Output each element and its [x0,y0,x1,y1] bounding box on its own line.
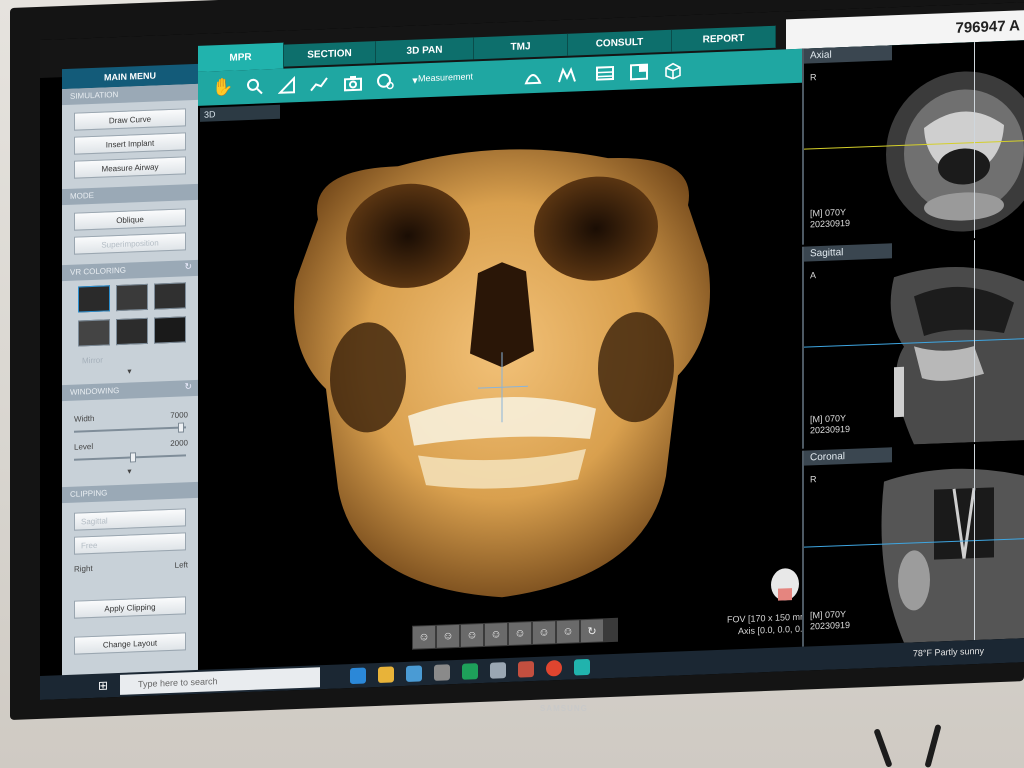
sagittal-scan-image [890,267,1024,445]
width-slider[interactable] [74,422,186,433]
layout-icon[interactable] [594,62,616,85]
coronal-info-date: 20230919 [810,619,851,632]
axial-view-title: Axial [804,45,892,64]
change-layout-button[interactable]: Change Layout [74,632,186,655]
axial-orientation-label: R [810,72,817,83]
expand-chevron-icon[interactable]: ▼ [126,468,133,475]
fov-readout: FOV [170 x 150 mm] Axis [0.0, 0.0, 0.0] [680,610,810,639]
sagittal-orientation-label: A [810,270,817,281]
hand-pan-icon[interactable]: ✋ [212,77,234,100]
superimposition-button[interactable]: Superimposition [74,232,186,255]
app-icon[interactable] [518,661,534,678]
refresh-icon[interactable]: ↻ [184,261,192,272]
monitor-brand: SAMSUNG [540,704,588,713]
measurement-dropdown[interactable]: Measurement [418,71,473,83]
chrome-icon[interactable] [546,659,562,677]
monitor-screen: MPR SECTION 3D PAN TMJ CONSULT REPORT 79… [40,2,1024,700]
camera-icon[interactable] [342,72,364,95]
arch-icon[interactable] [556,63,578,86]
clipping-left-label: Left [174,560,188,570]
axial-crosshair-v[interactable] [974,42,975,239]
sagittal-info-date: 20230919 [810,423,851,436]
vr-preset-6[interactable] [154,316,186,344]
dental-app-icon[interactable] [574,658,590,676]
tab-mpr[interactable]: MPR [198,42,284,72]
refresh-icon[interactable]: ↻ [184,381,192,392]
insert-implant-button[interactable]: Insert Implant [74,132,186,155]
width-value: 7000 [170,410,188,420]
width-label: Width [74,413,95,424]
view-bottom-icon[interactable]: ☺ [533,621,555,645]
view-orientation-bar: ☺ ☺ ☺ ☺ ☺ ☺ ☺ ↻ [412,617,618,650]
level-slider-knob[interactable] [130,452,136,463]
coronal-orientation-label: R [810,474,817,485]
windows-start-icon[interactable]: ⊞ [98,678,108,692]
level-slider[interactable] [74,452,186,463]
clipping-plane-select[interactable]: Sagittal [74,508,186,531]
sagittal-crosshair-v[interactable] [974,240,975,443]
tab-report[interactable]: REPORT [672,25,776,52]
width-slider-knob[interactable] [178,422,184,433]
clipping-mode-select[interactable]: Free [74,532,186,555]
grid-icon[interactable] [628,61,650,84]
file-explorer-icon[interactable] [378,666,394,684]
apply-clipping-button[interactable]: Apply Clipping [74,596,186,619]
oblique-button[interactable]: Oblique [74,208,186,231]
expand-chevron-icon[interactable]: ▼ [126,368,133,375]
head-scan-icon[interactable] [374,70,396,93]
store-icon[interactable] [406,665,422,682]
level-label: Level [74,441,94,452]
level-value: 2000 [170,438,188,448]
orientation-head-icon[interactable] [768,566,802,607]
ceph-icon[interactable] [522,65,544,88]
vr-preset-2[interactable] [116,283,148,312]
axial-info: [M] 070Y 20230919 [810,207,850,231]
cube-icon[interactable] [662,59,684,82]
view-front-icon[interactable]: ☺ [413,625,435,649]
vr-preset-4[interactable] [78,319,110,347]
sagittal-view[interactable]: Sagittal A [M] 070Y 20230919 [802,238,1024,449]
mirror-checkbox-label[interactable]: Mirror [82,356,103,366]
coronal-scan-image [881,468,1024,643]
left-panel: SIMULATION Draw Curve Insert Implant Mea… [62,83,198,690]
axial-info-date: 20230919 [810,217,851,230]
tab-section[interactable]: SECTION [284,41,376,67]
view-rotate-icon[interactable]: ↻ [581,619,603,643]
vr-preset-5[interactable] [116,317,148,346]
section-clipping: CLIPPING [62,481,198,504]
app-icon[interactable] [434,664,450,681]
section-mode: MODE [62,183,198,206]
polyline-icon[interactable] [308,73,330,96]
tab-3d-pan[interactable]: 3D PAN [376,37,474,64]
axial-view[interactable]: Axial R [M] 070Y 20230919 [802,40,1024,245]
app-icon[interactable] [490,662,506,679]
section-windowing: WINDOWING [62,379,198,402]
coronal-crosshair-v[interactable] [974,444,975,641]
coronal-info: [M] 070Y 20230919 [810,609,850,633]
view-back-icon[interactable]: ☺ [485,623,507,646]
axial-scan-image [886,71,1024,232]
edge-icon[interactable] [350,667,366,685]
view-oblique-icon[interactable]: ☺ [557,620,579,644]
section-vr-coloring: VR COLORING [62,259,198,282]
tab-consult[interactable]: CONSULT [568,29,672,56]
zoom-icon[interactable] [244,75,266,98]
tab-tmj[interactable]: TMJ [474,33,568,60]
skull-3d-render[interactable] [278,114,726,626]
measure-airway-button[interactable]: Measure Airway [74,156,186,179]
draw-curve-button[interactable]: Draw Curve [74,108,186,131]
vr-preset-1[interactable] [78,285,110,313]
clipping-right-label: Right [74,563,93,574]
vr-preset-3[interactable] [154,282,186,310]
view-left-icon[interactable]: ☺ [437,624,459,648]
angle-icon[interactable] [276,74,298,97]
app-icon[interactable] [462,663,478,680]
view-top-icon[interactable]: ☺ [509,622,531,645]
sagittal-info: [M] 070Y 20230919 [810,413,850,437]
view-label-3d: 3D [200,104,280,122]
view-right-icon[interactable]: ☺ [461,623,483,647]
weather-widget[interactable]: 78°F Partly sunny [913,646,984,659]
coronal-view[interactable]: Coronal R [M] 070Y 20230919 [802,442,1024,647]
